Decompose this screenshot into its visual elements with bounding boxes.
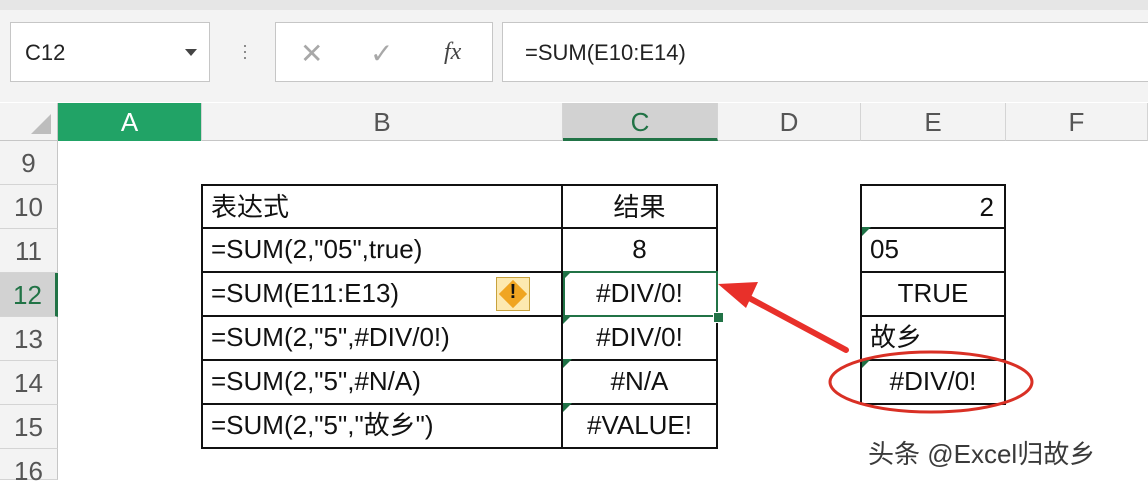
red-arrow-shaft bbox=[735, 289, 849, 353]
annotation-overlay bbox=[718, 282, 1034, 414]
watermark-text: 头条 @Excel归故乡 bbox=[868, 439, 1096, 469]
red-circle-highlight bbox=[828, 350, 1034, 414]
red-arrow-head bbox=[718, 282, 758, 308]
